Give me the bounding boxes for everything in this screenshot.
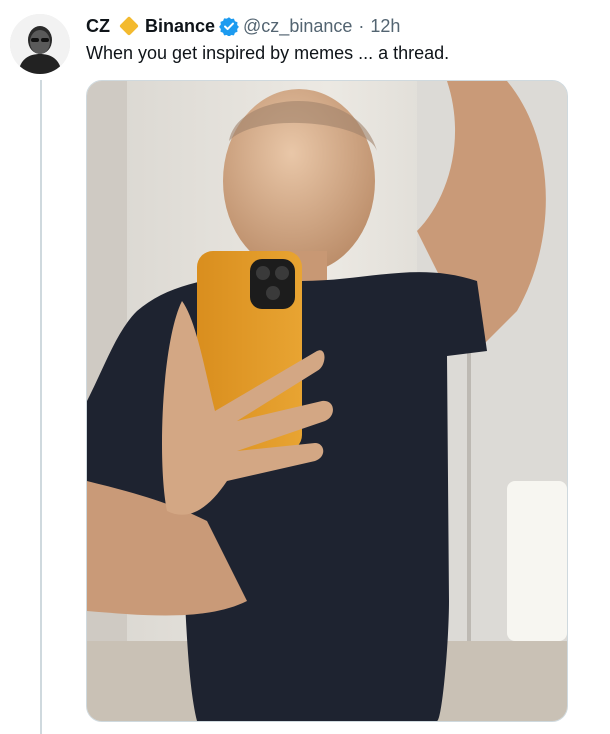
mirror-selfie-image [87, 81, 567, 721]
avatar[interactable] [10, 14, 70, 74]
avatar-portrait-image [10, 14, 70, 74]
author-handle[interactable]: @cz_binance [243, 16, 352, 37]
thread-connector-line [40, 80, 42, 734]
separator-dot: · [358, 15, 365, 36]
author-name[interactable]: CZ [86, 16, 110, 37]
tweet-photo[interactable] [86, 80, 568, 722]
tweet-header: CZ Binance @cz_binance · 12h [86, 14, 400, 38]
verified-icon [219, 16, 239, 37]
org-name[interactable]: Binance [145, 16, 215, 37]
timestamp[interactable]: 12h [370, 16, 400, 37]
tweet[interactable]: CZ Binance @cz_binance · 12h When you ge… [0, 0, 610, 734]
diamond-icon [119, 16, 139, 36]
tweet-text: When you get inspired by memes ... a thr… [86, 43, 450, 63]
